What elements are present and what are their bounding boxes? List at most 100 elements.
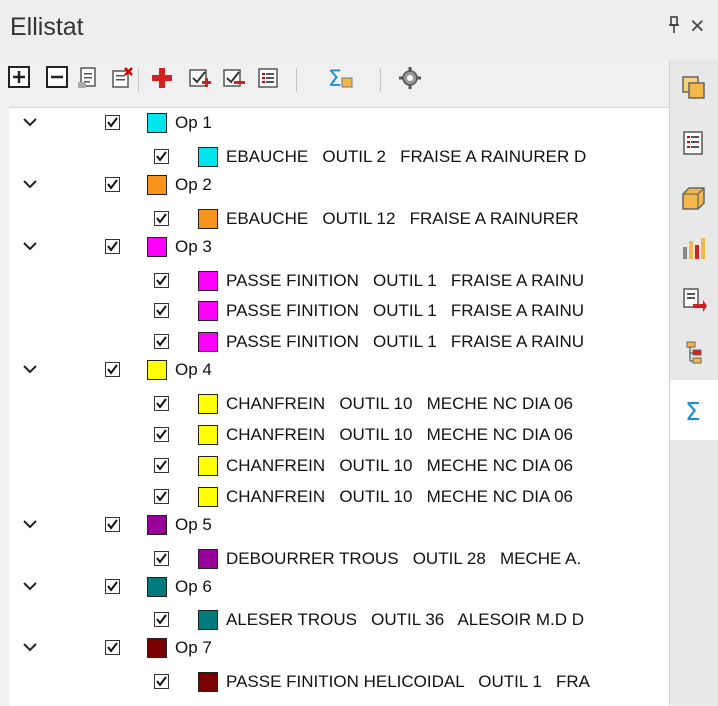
collapse-all-icon[interactable]	[46, 66, 70, 90]
checkbox[interactable]	[154, 457, 169, 473]
tool-label: CHANFREIN OUTIL 10 MECHE NC DIA 06	[226, 394, 573, 414]
checkbox[interactable]	[154, 550, 169, 566]
chevron-down-icon[interactable]	[23, 114, 37, 128]
checkbox[interactable]	[105, 640, 120, 656]
operation-label: Op 7	[175, 638, 212, 658]
tool-row[interactable]: PASSE FINITION OUTIL 1 FRAISE A RAINU	[9, 293, 669, 323]
operation-label: Op 1	[175, 113, 212, 132]
checkbox[interactable]	[154, 303, 169, 319]
delete-icon[interactable]	[110, 66, 134, 90]
list-icon[interactable]	[256, 66, 280, 90]
operation-row[interactable]: Op 2	[9, 170, 669, 200]
color-swatch	[198, 455, 218, 476]
checkbox[interactable]	[154, 334, 169, 350]
operation-row[interactable]: Op 7	[9, 633, 669, 663]
sigma-icon[interactable]: Σ	[670, 380, 718, 440]
color-swatch	[198, 672, 218, 693]
operation-label: Op 5	[175, 514, 212, 534]
title-bar: Ellistat ×	[0, 0, 718, 60]
checkbox[interactable]	[154, 427, 169, 442]
chart-icon[interactable]	[676, 230, 712, 266]
color-swatch	[147, 174, 167, 195]
checkbox[interactable]	[105, 362, 120, 378]
checkbox[interactable]	[105, 578, 120, 594]
pin-icon[interactable]	[668, 16, 680, 40]
color-swatch	[147, 236, 167, 257]
tool-row[interactable]: CHANFREIN OUTIL 10 MECHE NC DIA 06	[9, 479, 669, 509]
checkbox[interactable]	[105, 238, 120, 254]
expand-all-icon[interactable]	[8, 66, 32, 90]
tool-row[interactable]: PASSE FINITION OUTIL 1 FRAISE A RAINU	[9, 263, 669, 293]
checkbox[interactable]	[154, 612, 169, 628]
operation-label: Op 2	[175, 174, 212, 194]
tool-label: PASSE FINITION OUTIL 1 FRAISE A RAINU	[226, 301, 585, 321]
layers-icon[interactable]	[676, 70, 712, 106]
chevron-down-icon[interactable]	[23, 578, 37, 592]
tool-row[interactable]: CHANFREIN OUTIL 10 MECHE NC DIA 06	[9, 386, 669, 416]
color-swatch	[198, 301, 218, 322]
checkbox[interactable]	[105, 516, 120, 532]
operation-row[interactable]: Op 1	[9, 108, 669, 138]
svg-text:Σ: Σ	[685, 397, 701, 423]
operation-row[interactable]: Op 3	[9, 232, 669, 262]
tool-row[interactable]: PASSE FINITION OUTIL 1 FRAISE A RAINU	[9, 324, 669, 354]
tool-label: EBAUCHE OUTIL 2 FRAISE A RAINURER D	[226, 146, 587, 166]
tool-row[interactable]: PASSE FINITION HELICOIDAL OUTIL 1 FRA	[9, 664, 669, 694]
chevron-down-icon[interactable]	[23, 639, 37, 653]
checkbox[interactable]	[154, 272, 169, 288]
tool-row[interactable]: EBAUCHE OUTIL 12 FRAISE A RAINURER	[9, 201, 669, 231]
color-swatch	[198, 425, 218, 445]
color-swatch	[147, 113, 167, 133]
tool-row[interactable]: CHANFREIN OUTIL 10 MECHE NC DIA 06	[9, 417, 669, 447]
tool-row[interactable]: ALESER TROUS OUTIL 36 ALESOIR M.D D	[9, 602, 669, 632]
close-icon[interactable]: ×	[690, 12, 705, 41]
check-icon[interactable]	[188, 66, 212, 90]
color-swatch	[198, 394, 218, 415]
chevron-down-icon[interactable]	[23, 516, 37, 530]
color-swatch	[198, 208, 218, 229]
window-title: Ellistat	[10, 13, 84, 41]
sum-settings-icon[interactable]: Σ	[328, 66, 353, 92]
copy-icon[interactable]	[76, 66, 100, 90]
tool-row[interactable]: CHANFREIN OUTIL 10 MECHE NC DIA 06	[9, 448, 669, 478]
operations-tree: Op 1 EBAUCHE OUTIL 2 FRAISE A RAINURER D O…	[9, 107, 669, 706]
uncheck-icon[interactable]	[222, 66, 246, 90]
tool-label: CHANFREIN OUTIL 10 MECHE NC DIA 06	[226, 486, 573, 506]
toolbar: Σ	[8, 64, 668, 100]
chevron-down-icon[interactable]	[23, 176, 37, 190]
tool-label: ALESER TROUS OUTIL 36 ALESOIR M.D D	[226, 610, 585, 630]
operation-row[interactable]: Op 4	[9, 355, 669, 385]
checkbox[interactable]	[154, 148, 169, 164]
chevron-down-icon[interactable]	[23, 361, 37, 375]
color-swatch	[198, 332, 218, 353]
transfer-icon[interactable]	[676, 282, 712, 318]
tool-label: PASSE FINITION OUTIL 1 FRAISE A RAINU	[226, 332, 585, 352]
chevron-down-icon[interactable]	[23, 238, 37, 252]
color-swatch	[147, 514, 167, 535]
toolbar-separator	[138, 68, 139, 92]
checkbox[interactable]	[154, 396, 169, 412]
color-swatch	[147, 360, 167, 381]
operation-row[interactable]: Op 6	[9, 572, 669, 602]
tool-row[interactable]: DEBOURRER TROUS OUTIL 28 MECHE A.	[9, 541, 669, 571]
checkbox[interactable]	[105, 115, 120, 130]
tree-icon[interactable]	[676, 335, 712, 371]
right-sidebar: Σ	[669, 60, 718, 705]
checkbox[interactable]	[154, 210, 169, 226]
checkbox[interactable]	[154, 488, 169, 504]
color-swatch	[198, 486, 218, 507]
checkbox[interactable]	[105, 176, 120, 192]
tool-label: PASSE FINITION OUTIL 1 FRAISE A RAINU	[226, 270, 585, 290]
gear-icon[interactable]	[398, 66, 422, 90]
checkbox[interactable]	[154, 674, 169, 690]
tool-label: CHANFREIN OUTIL 10 MECHE NC DIA 06	[226, 425, 573, 444]
tool-label: PASSE FINITION HELICOIDAL OUTIL 1 FRA	[226, 672, 590, 692]
add-icon[interactable]	[150, 66, 174, 90]
box-icon[interactable]	[676, 180, 712, 216]
operation-label: Op 6	[175, 576, 212, 596]
tool-row[interactable]: EBAUCHE OUTIL 2 FRAISE A RAINURER D	[9, 139, 669, 169]
color-swatch	[147, 576, 167, 597]
tool-label: CHANFREIN OUTIL 10 MECHE NC DIA 06	[226, 455, 573, 475]
list-icon[interactable]	[676, 125, 712, 161]
operation-row[interactable]: Op 5	[9, 510, 669, 540]
